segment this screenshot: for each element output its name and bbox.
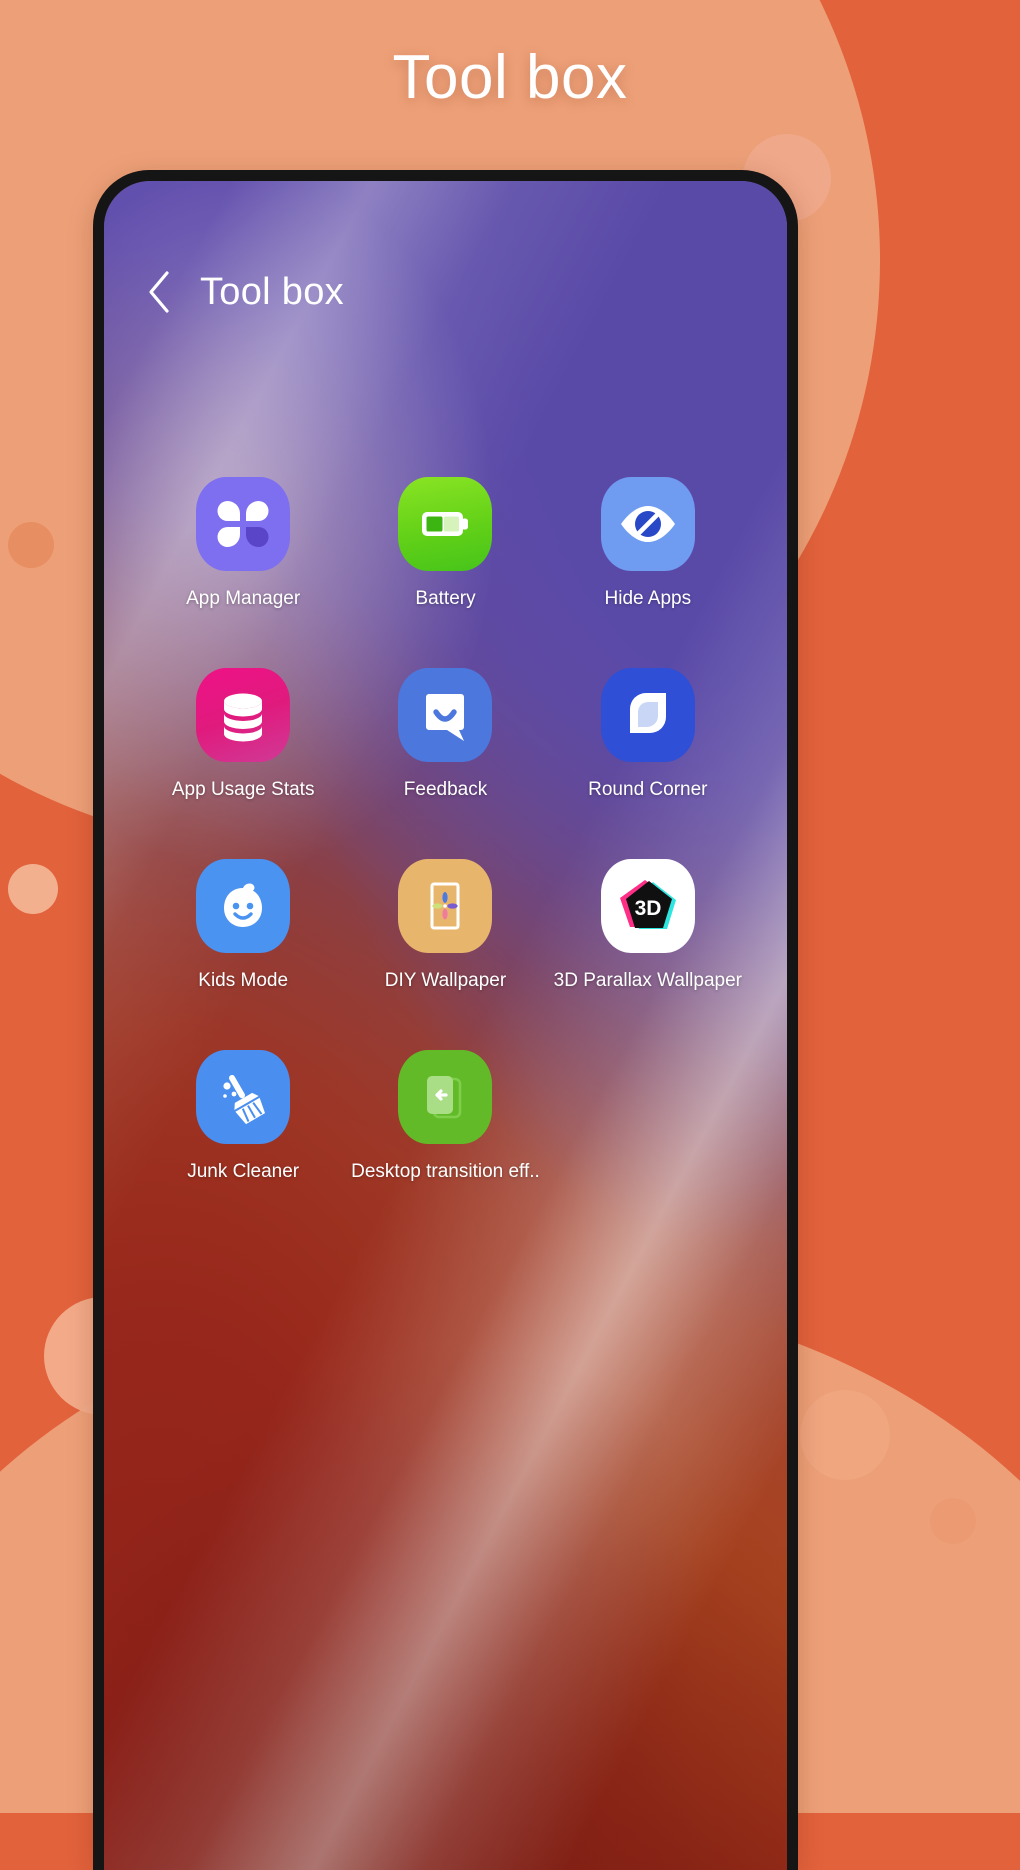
phone-mockup: Tool box App Manager Battery Hide Apps A… [93,170,798,1870]
leaf-icon [600,668,695,762]
app-label: Kids Mode [198,970,289,991]
3d-pentagon-icon: 3D [600,859,695,953]
background-dot [930,1498,976,1544]
chevron-left-icon [149,271,169,313]
phone-screen: Tool box App Manager Battery Hide Apps A… [104,181,787,1870]
app-label: Round Corner [588,779,708,800]
app-label: 3D Parallax Wallpaper [553,970,742,991]
app-manager-icon [196,477,291,571]
baby-face-icon [196,859,291,953]
battery-icon [398,477,493,571]
database-stack-icon [196,668,291,762]
back-button[interactable] [132,265,186,319]
app-label: Junk Cleaner [187,1161,300,1182]
broom-icon [196,1050,291,1144]
app-item-app-manager[interactable]: App Manager [142,477,344,610]
app-item-hide-apps[interactable]: Hide Apps [547,477,749,610]
app-label: Hide Apps [604,588,692,609]
transition-card-icon [398,1050,493,1144]
app-label: Feedback [403,779,488,800]
app-item-battery[interactable]: Battery [344,477,546,610]
app-item-desktop-transition-effect[interactable]: Desktop transition eff.. [344,1050,546,1183]
app-item-app-usage-stats[interactable]: App Usage Stats [142,668,344,801]
background-dot [8,864,58,914]
app-label: App Usage Stats [171,779,315,800]
diy-frame-icon [398,859,493,953]
app-label: Desktop transition eff.. [351,1161,540,1182]
app-header: Tool box [104,265,787,319]
app-grid: App Manager Battery Hide Apps App Usage … [104,477,787,1183]
svg-text:3D: 3D [634,897,661,920]
speech-bubble-icon [398,668,493,762]
app-item-diy-wallpaper[interactable]: DIY Wallpaper [344,859,546,992]
background-dot [8,522,54,568]
app-item-junk-cleaner[interactable]: Junk Cleaner [142,1050,344,1183]
app-item-feedback[interactable]: Feedback [344,668,546,801]
app-item-kids-mode[interactable]: Kids Mode [142,859,344,992]
hide-apps-icon [600,477,695,571]
page-title: Tool box [392,43,628,112]
app-label: App Manager [186,588,301,609]
app-item-round-corner[interactable]: Round Corner [547,668,749,801]
app-header-title: Tool box [200,270,344,313]
app-item-3d-parallax-wallpaper[interactable]: 3D 3D Parallax Wallpaper [547,859,749,992]
background-dot [800,1390,890,1480]
app-label: Battery [415,588,476,609]
app-label: DIY Wallpaper [384,970,507,991]
